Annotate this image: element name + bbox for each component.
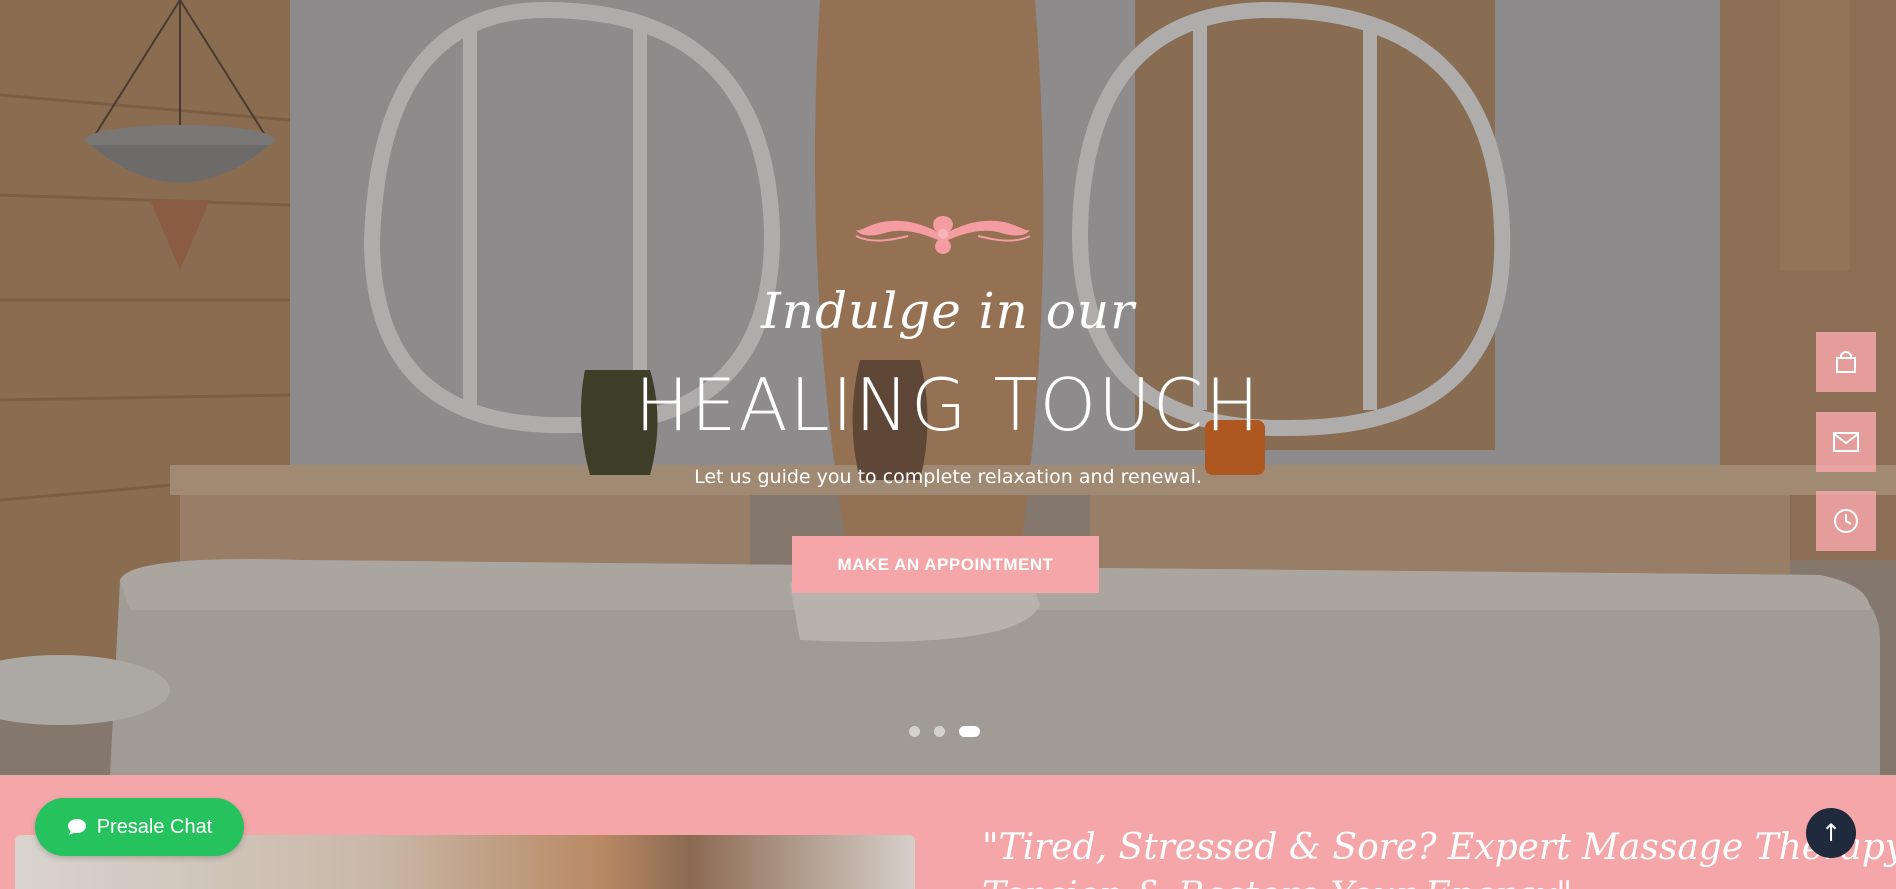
- back-to-top-button[interactable]: ↑: [1806, 808, 1856, 858]
- slider-dot-1[interactable]: [909, 725, 920, 737]
- hero-slider: Indulge in our HEALING TOUCH Let us guid…: [0, 0, 1896, 775]
- hero-slide-content: Indulge in our HEALING TOUCH Let us guid…: [0, 0, 1896, 775]
- flourish-ornament-icon: [855, 216, 1031, 254]
- make-appointment-button[interactable]: MAKE AN APPOINTMENT: [792, 536, 1099, 593]
- email-side-button[interactable]: [1816, 412, 1876, 472]
- hours-side-button[interactable]: [1816, 491, 1876, 551]
- hero-subtitle: Let us guide you to complete relaxation …: [694, 466, 1202, 488]
- section-tagline: "Tired, Stressed & Sore? Expert Massage …: [982, 827, 1896, 868]
- arrow-up-icon: ↑: [1820, 819, 1842, 847]
- presale-chat-button[interactable]: Presale Chat: [35, 798, 244, 856]
- hero-title: HEALING TOUCH: [634, 363, 1262, 447]
- slider-dot-2[interactable]: [934, 725, 945, 737]
- intro-section: "Tired, Stressed & Sore? Expert Massage …: [0, 775, 1896, 889]
- shopping-bag-icon: [1836, 351, 1856, 373]
- clock-icon: [1834, 509, 1858, 533]
- shop-side-button[interactable]: [1816, 332, 1876, 392]
- envelope-icon: [1833, 432, 1859, 452]
- slider-pagination: [909, 725, 980, 737]
- hero-script-heading: Indulge in our: [761, 282, 1135, 340]
- slider-dot-3-active[interactable]: [959, 725, 980, 737]
- section-tagline-continued: Tension & Restore Your Energy": [982, 875, 1882, 889]
- presale-chat-label: Presale Chat: [96, 815, 213, 838]
- chat-bubble-icon: [67, 819, 86, 835]
